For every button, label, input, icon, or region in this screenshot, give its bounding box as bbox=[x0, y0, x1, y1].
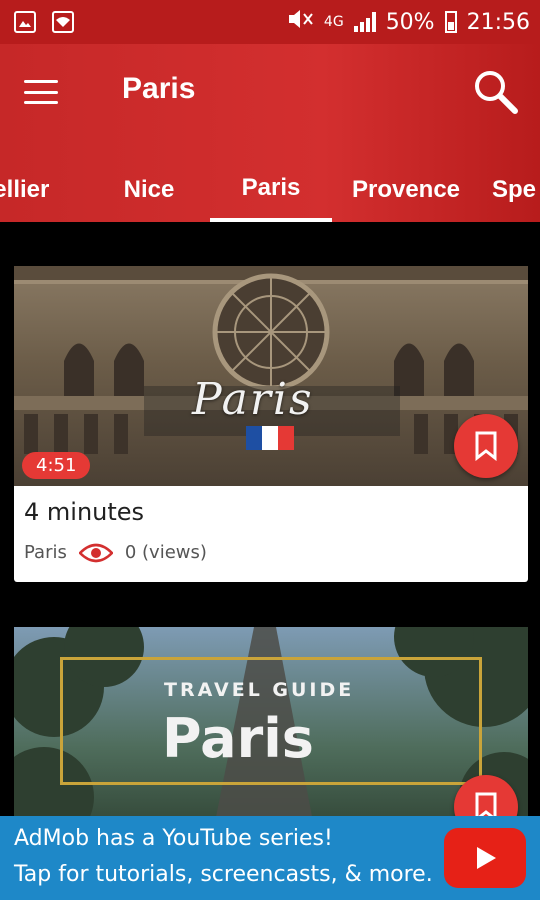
hamburger-icon bbox=[24, 80, 58, 83]
video-location: Paris bbox=[24, 542, 67, 563]
search-icon bbox=[475, 71, 518, 114]
tab-next[interactable]: Spe bbox=[492, 158, 540, 222]
view-count: 0 (views) bbox=[124, 542, 207, 563]
signal-icon bbox=[353, 12, 376, 32]
mute-icon bbox=[286, 9, 314, 35]
video-title: 4 minutes bbox=[24, 498, 145, 526]
bookmark-button[interactable] bbox=[454, 414, 518, 478]
youtube-button[interactable] bbox=[444, 828, 526, 888]
ad-headline: AdMob has a YouTube series! bbox=[14, 826, 333, 851]
menu-button[interactable] bbox=[24, 80, 58, 104]
duration-badge: 4:51 bbox=[22, 452, 91, 479]
thumbnail-overlay-text: Paris bbox=[162, 707, 314, 770]
network-type: 4G bbox=[323, 14, 344, 30]
tab-provence[interactable]: Provence bbox=[342, 158, 470, 222]
thumbnail-overlay-text: Paris bbox=[192, 374, 314, 425]
video-thumbnail[interactable]: TRAVEL GUIDE Paris bbox=[14, 627, 528, 827]
eye-icon bbox=[78, 543, 113, 562]
tab-bar: pellier Nice Paris Provence Spe bbox=[0, 158, 540, 222]
video-thumbnail[interactable]: Paris 4:51 bbox=[14, 266, 528, 486]
battery-percent: 50% bbox=[385, 9, 435, 35]
video-card[interactable]: TRAVEL GUIDE Paris bbox=[14, 627, 528, 839]
video-card[interactable]: Paris 4:51 4 minutes Paris 0 (views) bbox=[14, 266, 528, 582]
page-title: Paris bbox=[122, 72, 196, 105]
tab-paris[interactable]: Paris bbox=[210, 158, 332, 222]
video-meta: Paris 0 (views) bbox=[24, 542, 207, 563]
app-bar: Paris pellier Nice Paris Provence Spe bbox=[0, 44, 540, 222]
tab-montpellier[interactable]: pellier bbox=[0, 158, 68, 222]
image-icon bbox=[14, 11, 36, 33]
search-button[interactable] bbox=[472, 68, 518, 114]
status-bar: 4G 50% 21:56 bbox=[0, 0, 540, 44]
ad-banner[interactable]: AdMob has a YouTube series! Tap for tuto… bbox=[0, 816, 540, 900]
wifi-icon bbox=[52, 11, 74, 33]
ad-subline: Tap for tutorials, screencasts, & more. bbox=[14, 862, 433, 887]
tab-nice[interactable]: Nice bbox=[98, 158, 200, 222]
bookmark-icon bbox=[475, 431, 497, 461]
france-flag-icon bbox=[246, 426, 294, 450]
battery-icon bbox=[444, 11, 457, 33]
clock: 21:56 bbox=[466, 9, 530, 35]
thumbnail-overlay-caption: TRAVEL GUIDE bbox=[164, 679, 355, 701]
play-icon bbox=[477, 847, 496, 869]
